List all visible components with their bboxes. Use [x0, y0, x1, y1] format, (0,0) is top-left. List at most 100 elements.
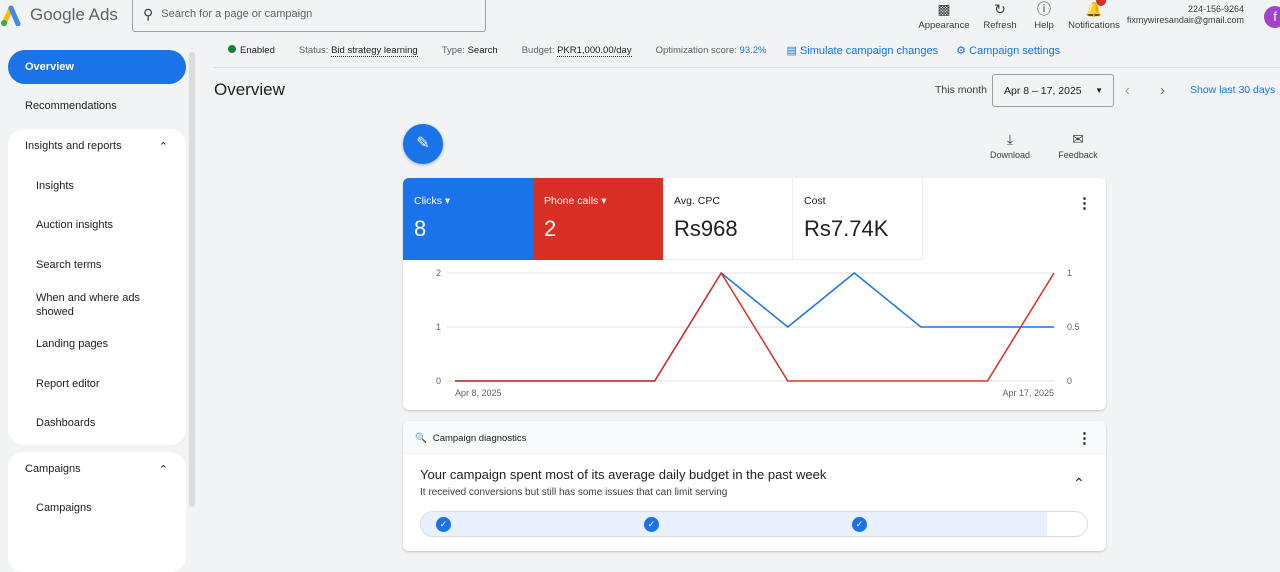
sidebar-item-overview[interactable]: Overview: [8, 50, 186, 84]
campaigns-group-header[interactable]: Campaigns ⌃: [8, 452, 186, 486]
status-value[interactable]: Bid strategy learning: [331, 45, 418, 57]
previous-period-button[interactable]: ‹: [1125, 82, 1130, 99]
app-name: Google Ads: [30, 5, 118, 24]
metric-label: Phone calls: [544, 195, 599, 207]
right-tick-label: 0.5: [1067, 322, 1080, 332]
enabled-label: Enabled: [240, 45, 275, 56]
appearance-icon: ▩: [937, 1, 951, 17]
refresh-icon: ↻: [994, 1, 1006, 17]
campaigns-group-label: Campaigns: [25, 463, 81, 475]
settings-label: Campaign settings: [969, 45, 1061, 57]
sidebar-item-search-terms[interactable]: Search terms: [8, 248, 186, 282]
notifications-label: Notifications: [1068, 20, 1120, 31]
x-tick-label: Apr 17, 2025: [1002, 388, 1054, 398]
feedback-button[interactable]: ✉ Feedback: [1056, 130, 1100, 160]
metric-label: Avg. CPC: [674, 195, 720, 207]
diagnostics-icon: 🔍: [415, 432, 427, 444]
diagnostics-title: Campaign diagnostics: [432, 432, 527, 444]
appearance-label: Appearance: [918, 20, 970, 31]
page-title: Overview: [214, 80, 285, 99]
insights-group-label: Insights and reports: [25, 140, 122, 152]
next-period-button[interactable]: ›: [1160, 82, 1165, 99]
metric-value: 8: [414, 216, 427, 241]
notifications-button[interactable]: 🔔 Notifications: [1066, 0, 1122, 31]
left-tick-label: 1: [436, 322, 441, 332]
progress-fill: [421, 512, 1048, 536]
budget-label: Budget:: [521, 45, 555, 56]
bell-icon: 🔔: [1066, 0, 1122, 20]
help-button[interactable]: ⓘ Help: [1030, 0, 1058, 31]
enabled-status[interactable]: Enabled: [228, 45, 275, 56]
download-icon: ⤓: [1006, 131, 1014, 147]
help-icon: ⓘ: [1037, 1, 1051, 17]
simulate-campaign-changes-link[interactable]: ▤ Simulate campaign changes: [786, 44, 938, 57]
metric-value: Rs7.74K: [804, 216, 889, 241]
more-options-icon[interactable]: ⋮: [1077, 194, 1092, 212]
diagnostics-subtext: It received conversions but still has so…: [420, 487, 728, 498]
period-label: This month: [935, 84, 987, 96]
insights-group-header[interactable]: Insights and reports ⌃: [8, 129, 186, 163]
download-button[interactable]: ⤓ Download: [988, 130, 1032, 160]
divider: [214, 67, 1280, 68]
metric-label: Cost: [804, 195, 826, 207]
sidebar-item-recommendations[interactable]: Recommendations: [8, 89, 186, 123]
metric-label: Clicks: [414, 195, 442, 207]
chevron-up-icon: ⌃: [158, 463, 168, 476]
campaign-status-bar: Enabled Status: Bid strategy learning Ty…: [228, 44, 1060, 57]
x-tick-label: Apr 8, 2025: [455, 388, 502, 398]
campaigns-group: Campaigns ⌃ Campaigns: [8, 452, 186, 572]
check-icon: ✓: [644, 517, 659, 532]
right-tick-label: 1: [1067, 268, 1072, 278]
metric-phone-calls[interactable]: Phone calls ▾ 2: [533, 178, 663, 260]
search-icon: ⚲: [143, 5, 154, 22]
budget-value[interactable]: PKR1,000.00/day: [557, 45, 632, 57]
check-icon: ✓: [436, 517, 451, 532]
sidebar-item-report-editor[interactable]: Report editor: [8, 367, 186, 401]
search-input[interactable]: ⚲ Search for a page or campaign: [132, 0, 486, 32]
dropdown-arrow-icon: ▼: [1095, 86, 1103, 95]
sidebar-item-dashboards[interactable]: Dashboards: [8, 406, 186, 440]
google-ads-logo[interactable]: Google Ads: [0, 4, 118, 26]
sidebar-item-campaigns[interactable]: Campaigns: [8, 491, 186, 525]
chevron-up-icon[interactable]: ⌃: [1073, 475, 1085, 492]
top-bar: Google Ads ⚲ Search for a page or campai…: [0, 0, 1280, 40]
sidebar-item-insights[interactable]: Insights: [8, 169, 186, 203]
optimization-score[interactable]: 93.2%: [740, 45, 767, 56]
avatar[interactable]: f: [1264, 6, 1280, 28]
performance-panel: Clicks ▾ 8 Phone calls ▾ 2 Avg. CPC Rs968 C…: [403, 178, 1106, 410]
ads-logo-icon: [1, 5, 21, 26]
left-tick-label: 0: [436, 376, 441, 386]
right-tick-label: 0: [1067, 376, 1072, 386]
feedback-icon: ✉: [1072, 131, 1084, 147]
help-label: Help: [1034, 20, 1054, 31]
edit-button[interactable]: ✎: [403, 124, 443, 164]
sidebar-item-auction-insights[interactable]: Auction insights: [8, 208, 186, 242]
optimization-label: Optimization score:: [655, 45, 737, 56]
account-info[interactable]: 224-156-9264 fixmywiresandair@gmail.com: [1127, 4, 1244, 26]
diagnostics-header: 🔍 Campaign diagnostics: [403, 421, 1106, 455]
account-email: fixmywiresandair@gmail.com: [1126, 15, 1244, 25]
show-last-30-days-link[interactable]: Show last 30 days: [1190, 84, 1275, 96]
metric-clicks[interactable]: Clicks ▾ 8: [403, 178, 533, 260]
diagnostics-headline: Your campaign spent most of its average …: [420, 467, 827, 482]
metric-avg-cpc[interactable]: Avg. CPC Rs968: [663, 178, 793, 260]
sidebar-item-landing-pages[interactable]: Landing pages: [8, 327, 186, 361]
check-icon: ✓: [852, 517, 867, 532]
sidebar-item-when-where[interactable]: When and where ads showed: [8, 287, 186, 323]
sidebar-scrollbar[interactable]: [189, 52, 195, 507]
download-label: Download: [989, 150, 1031, 160]
more-options-icon[interactable]: ⋮: [1077, 429, 1092, 447]
metric-cost[interactable]: Cost Rs7.74K: [793, 178, 923, 260]
type-label: Type:: [441, 45, 465, 56]
diagnostics-progress: ✓ ✓ ✓: [420, 511, 1088, 537]
enabled-dot-icon: [228, 45, 236, 53]
status-label: Status:: [298, 45, 329, 56]
feedback-label: Feedback: [1058, 150, 1098, 160]
campaign-settings-link[interactable]: ⚙ Campaign settings: [956, 44, 1060, 57]
insights-group: Insights and reports ⌃ Insights Auction i…: [8, 129, 186, 445]
refresh-button[interactable]: ↻ Refresh: [980, 0, 1020, 31]
date-range-picker[interactable]: Apr 8 – 17, 2025 ▼: [992, 74, 1114, 107]
simulate-label: Simulate campaign changes: [799, 45, 939, 57]
chart-icon: ▤: [786, 45, 797, 57]
appearance-button[interactable]: ▩ Appearance: [918, 0, 970, 31]
